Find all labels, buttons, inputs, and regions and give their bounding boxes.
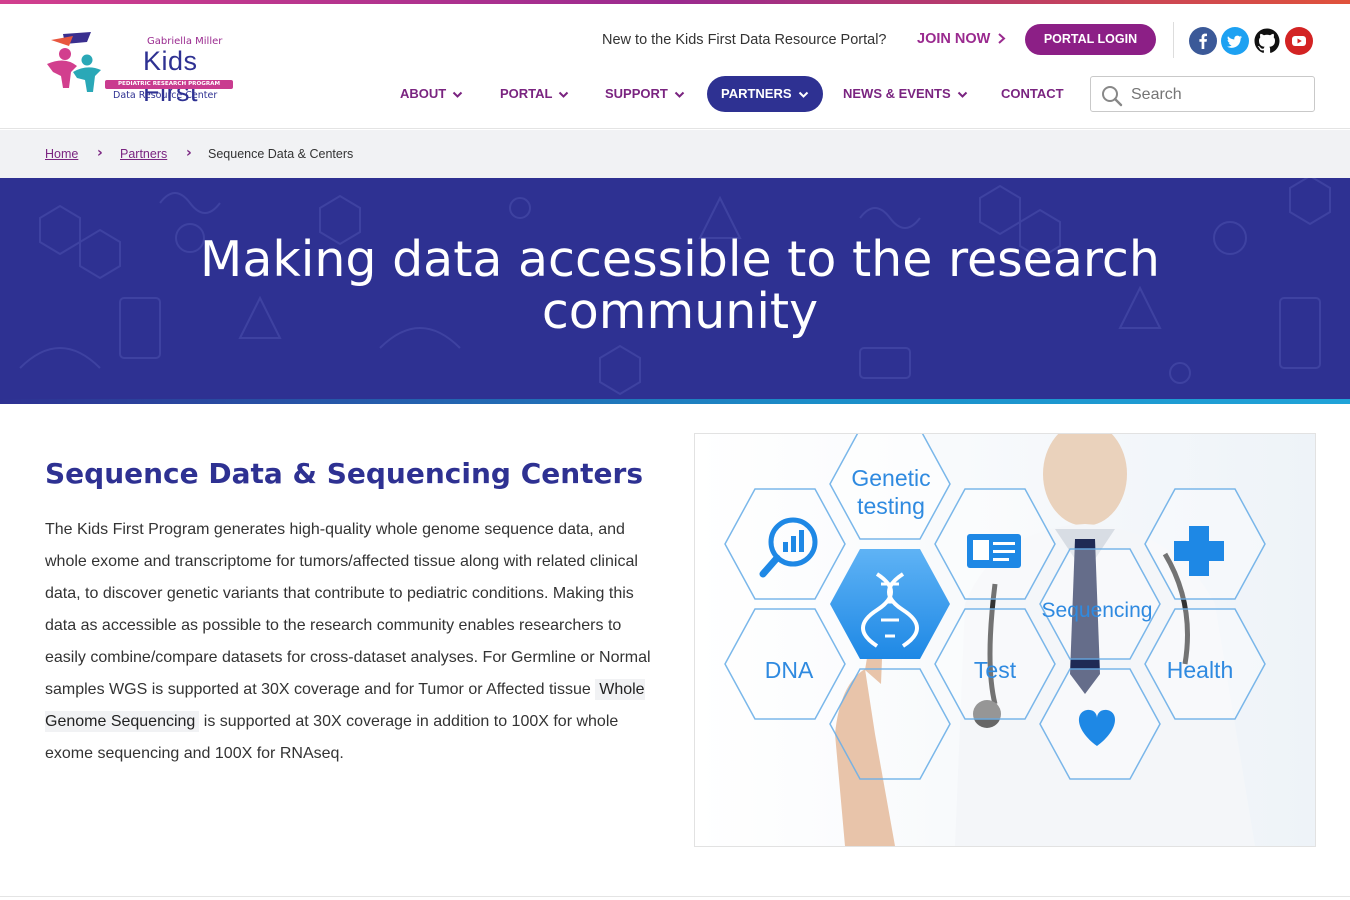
chevron-down-icon bbox=[798, 91, 808, 98]
logo-drc: Data Resource Center bbox=[113, 90, 218, 101]
logo-figures-icon bbox=[47, 32, 101, 92]
breadcrumb: Home › Partners › Sequence Data & Center… bbox=[0, 130, 1350, 178]
nav-partners[interactable]: PARTNERS bbox=[707, 76, 823, 112]
label-health: Health bbox=[1167, 657, 1233, 683]
nav-news-events-label: NEWS & EVENTS bbox=[843, 86, 951, 101]
paragraph-text-1: The Kids First Program generates high-qu… bbox=[45, 521, 651, 698]
footer-divider bbox=[0, 896, 1350, 897]
nav-partners-label: PARTNERS bbox=[721, 86, 792, 101]
search-icon[interactable] bbox=[1101, 85, 1123, 107]
sequencing-illustration: Genetic testing Sequencing DNA Test Heal… bbox=[694, 433, 1316, 847]
github-icon[interactable] bbox=[1253, 27, 1281, 55]
nav-news-events[interactable]: NEWS & EVENTS bbox=[843, 76, 968, 112]
kids-first-logo[interactable]: Gabriella Miller Kids First PEDIATRIC RE… bbox=[43, 26, 238, 107]
chevron-right-icon: › bbox=[186, 145, 192, 161]
chevron-down-icon bbox=[453, 91, 463, 98]
chevron-down-icon bbox=[674, 91, 685, 98]
nav-portal-label: PORTAL bbox=[500, 86, 553, 101]
nav-support[interactable]: SUPPORT bbox=[605, 76, 685, 112]
twitter-icon[interactable] bbox=[1221, 27, 1249, 55]
facebook-icon[interactable] bbox=[1189, 27, 1217, 55]
breadcrumb-current: Sequence Data & Centers bbox=[208, 147, 354, 161]
id-card-icon bbox=[967, 534, 1021, 568]
section-title: Sequence Data & Sequencing Centers bbox=[45, 457, 644, 490]
hero-accent-stripe bbox=[0, 399, 1350, 404]
label-sequencing: Sequencing bbox=[1042, 599, 1153, 622]
chevron-right-icon bbox=[998, 33, 1006, 44]
label-genetic: Genetic bbox=[851, 465, 930, 491]
hero-banner: Making data accessible to the research c… bbox=[0, 178, 1350, 399]
label-dna: DNA bbox=[765, 657, 814, 683]
logo-band: PEDIATRIC RESEARCH PROGRAM bbox=[105, 80, 233, 89]
join-now-label: JOIN NOW bbox=[917, 31, 991, 47]
nav-about[interactable]: ABOUT bbox=[400, 76, 463, 112]
nav-portal[interactable]: PORTAL bbox=[500, 76, 569, 112]
doctor-hexagon-image: Genetic testing Sequencing DNA Test Heal… bbox=[695, 434, 1315, 846]
portal-login-button[interactable]: PORTAL LOGIN bbox=[1025, 24, 1156, 55]
label-testing: testing bbox=[857, 493, 925, 519]
site-header: Gabriella Miller Kids First PEDIATRIC RE… bbox=[0, 4, 1350, 129]
youtube-icon[interactable] bbox=[1285, 27, 1313, 55]
label-test: Test bbox=[974, 657, 1017, 683]
join-prompt: New to the Kids First Data Resource Port… bbox=[602, 32, 887, 48]
breadcrumb-partners[interactable]: Partners bbox=[120, 147, 167, 161]
breadcrumb-home[interactable]: Home bbox=[45, 147, 78, 161]
nav-about-label: ABOUT bbox=[400, 86, 447, 101]
hero-title: Making data accessible to the research c… bbox=[200, 231, 1160, 340]
nav-contact[interactable]: CONTACT bbox=[1001, 76, 1064, 112]
chevron-down-icon bbox=[559, 91, 569, 98]
chevron-down-icon bbox=[957, 91, 967, 98]
search-box bbox=[1090, 76, 1315, 112]
nav-contact-label: CONTACT bbox=[1001, 86, 1064, 101]
join-now-link[interactable]: JOIN NOW bbox=[917, 31, 1006, 47]
social-divider bbox=[1173, 22, 1174, 58]
chevron-right-icon: › bbox=[97, 145, 103, 161]
nav-support-label: SUPPORT bbox=[605, 86, 668, 101]
section-paragraph: The Kids First Program generates high-qu… bbox=[45, 514, 665, 770]
search-input[interactable] bbox=[1131, 83, 1306, 107]
